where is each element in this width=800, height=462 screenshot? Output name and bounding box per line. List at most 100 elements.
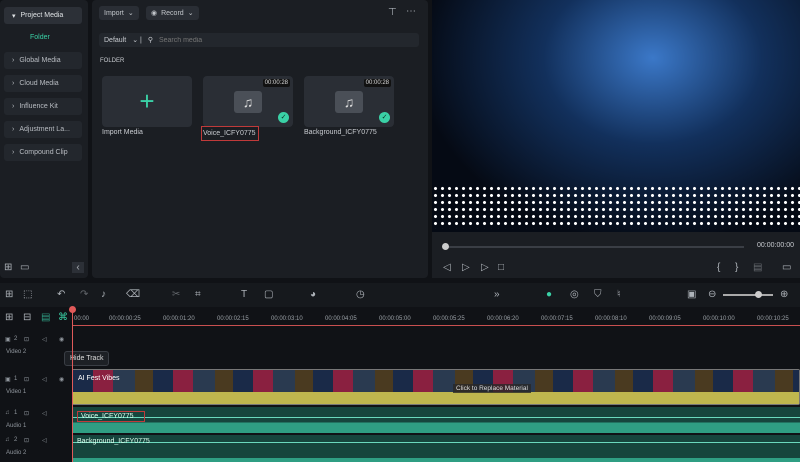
clip-label: Background_ICFY0775 [77, 438, 150, 445]
media-panel: Import⌄ ◉Record⌄ ⊤ ⋯ Default⌄ | ⚲ FOLDER… [92, 0, 428, 278]
timer-icon[interactable]: ◷ [356, 289, 365, 300]
magnet-icon[interactable]: ⌘ [58, 312, 68, 323]
add-track-icon[interactable]: ⊞ [5, 312, 13, 323]
render-icon[interactable]: ▤ [753, 262, 762, 273]
more-icon[interactable]: ⋯ [406, 6, 416, 17]
new-folder-icon[interactable]: ⊞ [4, 262, 12, 273]
snap-icon[interactable]: ▤ [41, 312, 50, 323]
num: 1 [14, 376, 18, 382]
media-label-background: Background_ICFY0775 [304, 129, 377, 136]
sidebar-item-adjustment-layer[interactable]: › Adjustment La... [4, 121, 82, 138]
sidebar-item-cloud-media[interactable]: › Cloud Media [4, 75, 82, 92]
media-item-voice[interactable]: 00:00:28 ♫ ✓ [203, 76, 293, 127]
timeline-toolbar: ⊞ ⬚ ↶ ↷ ♪ ⌫ ✂ ⌗ T ▢ ◕ ◷ » ● ◎ ⛉ ♮ ▣ ⊖ ⊕ [0, 283, 800, 307]
import-media-label: Import Media [102, 129, 143, 136]
text-icon[interactable]: T [241, 289, 247, 300]
music-icon: ♫ [335, 91, 363, 113]
zoom-slider[interactable] [723, 294, 773, 296]
play-frame-icon[interactable]: ▷ [462, 262, 470, 273]
mark-out-icon[interactable]: } [735, 262, 738, 273]
render-preview-icon[interactable]: ◎ [570, 289, 579, 300]
filter-icon[interactable]: ⊤ [388, 7, 397, 18]
sidebar-folder[interactable]: Folder [30, 34, 50, 41]
import-button[interactable]: Import ⌄ [99, 6, 139, 20]
collapse-icon[interactable]: ‹ [72, 262, 84, 273]
check-icon: ✓ [278, 112, 289, 123]
label: Global Media [19, 57, 61, 64]
lock-icon[interactable]: ⊡ [24, 410, 29, 417]
eye-icon[interactable]: ◉ [59, 376, 64, 383]
more-tools-icon[interactable]: » [494, 289, 500, 300]
eye-icon[interactable]: ◉ [59, 336, 64, 343]
zoom-handle[interactable] [755, 291, 762, 298]
crop-icon[interactable]: ⌗ [195, 289, 201, 300]
playhead[interactable] [72, 308, 73, 462]
ai-icon[interactable]: ● [546, 289, 552, 300]
marker-icon[interactable]: ⛉ [594, 289, 602, 300]
mute-icon[interactable]: ◁ [42, 376, 47, 383]
num: 1 [14, 410, 18, 416]
audio-edit-icon[interactable]: ♪ [101, 289, 106, 300]
label: Influence Kit [19, 103, 58, 110]
link-icon[interactable]: ⊟ [23, 312, 31, 323]
ruler-label: 00:00 [74, 316, 90, 322]
sidebar-item-influence-kit[interactable]: › Influence Kit [4, 98, 82, 115]
search-input[interactable] [158, 36, 359, 44]
ruler-label: 00:00:10:00 [703, 316, 735, 322]
cut-icon[interactable]: ✂ [172, 289, 180, 300]
sidebar-item-compound-clip[interactable]: › Compound Clip [4, 144, 82, 161]
undo-icon[interactable]: ↶ [57, 289, 65, 300]
mute-icon[interactable]: ◁ [42, 410, 47, 417]
folder-icon[interactable]: ▭ [20, 262, 29, 273]
ruler-label: 00:00:03:10 [271, 316, 303, 322]
media-item-background[interactable]: 00:00:28 ♫ ✓ [304, 76, 394, 127]
ruler-label: 00:00:01:20 [163, 316, 195, 322]
num: 2 [14, 437, 18, 443]
audio-track-icon: ♫ [5, 410, 10, 416]
stop-icon[interactable]: □ [498, 262, 504, 273]
redo-icon[interactable]: ↷ [80, 289, 88, 300]
color-icon[interactable]: ◕ [310, 289, 316, 300]
video-track-icon: ▣ [5, 377, 11, 383]
prev-frame-icon[interactable]: ◁ [443, 262, 451, 273]
video-track-icon: ▣ [5, 337, 11, 343]
mask-icon[interactable]: ▢ [264, 289, 273, 300]
record-button[interactable]: ◉ Record ⌄ [146, 6, 199, 20]
timeline-ruler[interactable]: 00:00 00:00:00:25 00:00:01:20 00:00:02:15 00… [72, 308, 800, 328]
import-media-card[interactable]: + [102, 76, 192, 127]
lock-icon[interactable]: ⊡ [24, 376, 29, 383]
media-sidebar: ▾ Project Media Folder › Global Media › Clo… [0, 0, 88, 278]
mic-icon[interactable]: ♮ [617, 289, 621, 300]
display-icon[interactable]: ▭ [782, 262, 791, 273]
tooltip: Hide Track [64, 351, 110, 366]
subtitle-icon[interactable]: ▣ [687, 289, 696, 300]
label: Cloud Media [19, 80, 59, 87]
mute-icon[interactable]: ◁ [42, 437, 47, 444]
sort-dropdown[interactable]: Default [104, 37, 126, 44]
preview-panel: 00:00:00:00 ◁ ▷ ▷ □ { } ▤ ▭ [432, 0, 800, 278]
mark-in-icon[interactable]: { [717, 262, 720, 273]
video-clip[interactable]: AI Fest Vibes Click to Replace Material [72, 369, 800, 405]
audio-clip-background[interactable]: Background_ICFY0775 [72, 435, 800, 462]
mute-icon[interactable]: ◁ [42, 336, 47, 343]
select-icon[interactable]: ⬚ [23, 289, 32, 300]
layout-icon[interactable]: ⊞ [5, 289, 13, 300]
progress-handle[interactable] [442, 243, 449, 250]
lock-icon[interactable]: ⊡ [24, 336, 29, 343]
audio-clip-voice[interactable]: Voice_ICFY0775 [72, 407, 800, 433]
progress-slider[interactable] [444, 246, 744, 248]
sidebar-item-project-media[interactable]: ▾ Project Media [4, 7, 82, 24]
ruler-label: 00:00:05:25 [433, 316, 465, 322]
zoom-out-icon[interactable]: ⊖ [708, 289, 716, 300]
play-icon[interactable]: ▷ [481, 262, 489, 273]
plus-icon: + [139, 86, 155, 116]
ruler-label: 00:00:08:10 [595, 316, 627, 322]
lock-icon[interactable]: ⊡ [24, 437, 29, 444]
duration: 00:00:28 [363, 79, 391, 87]
sidebar-item-global-media[interactable]: › Global Media [4, 52, 82, 69]
zoom-in-icon[interactable]: ⊕ [780, 289, 788, 300]
delete-icon[interactable]: ⌫ [126, 289, 140, 300]
replace-material-hint[interactable]: Click to Replace Material [453, 384, 531, 393]
ruler-label: 00:00:10:25 [757, 316, 789, 322]
playhead-handle[interactable] [69, 306, 76, 313]
